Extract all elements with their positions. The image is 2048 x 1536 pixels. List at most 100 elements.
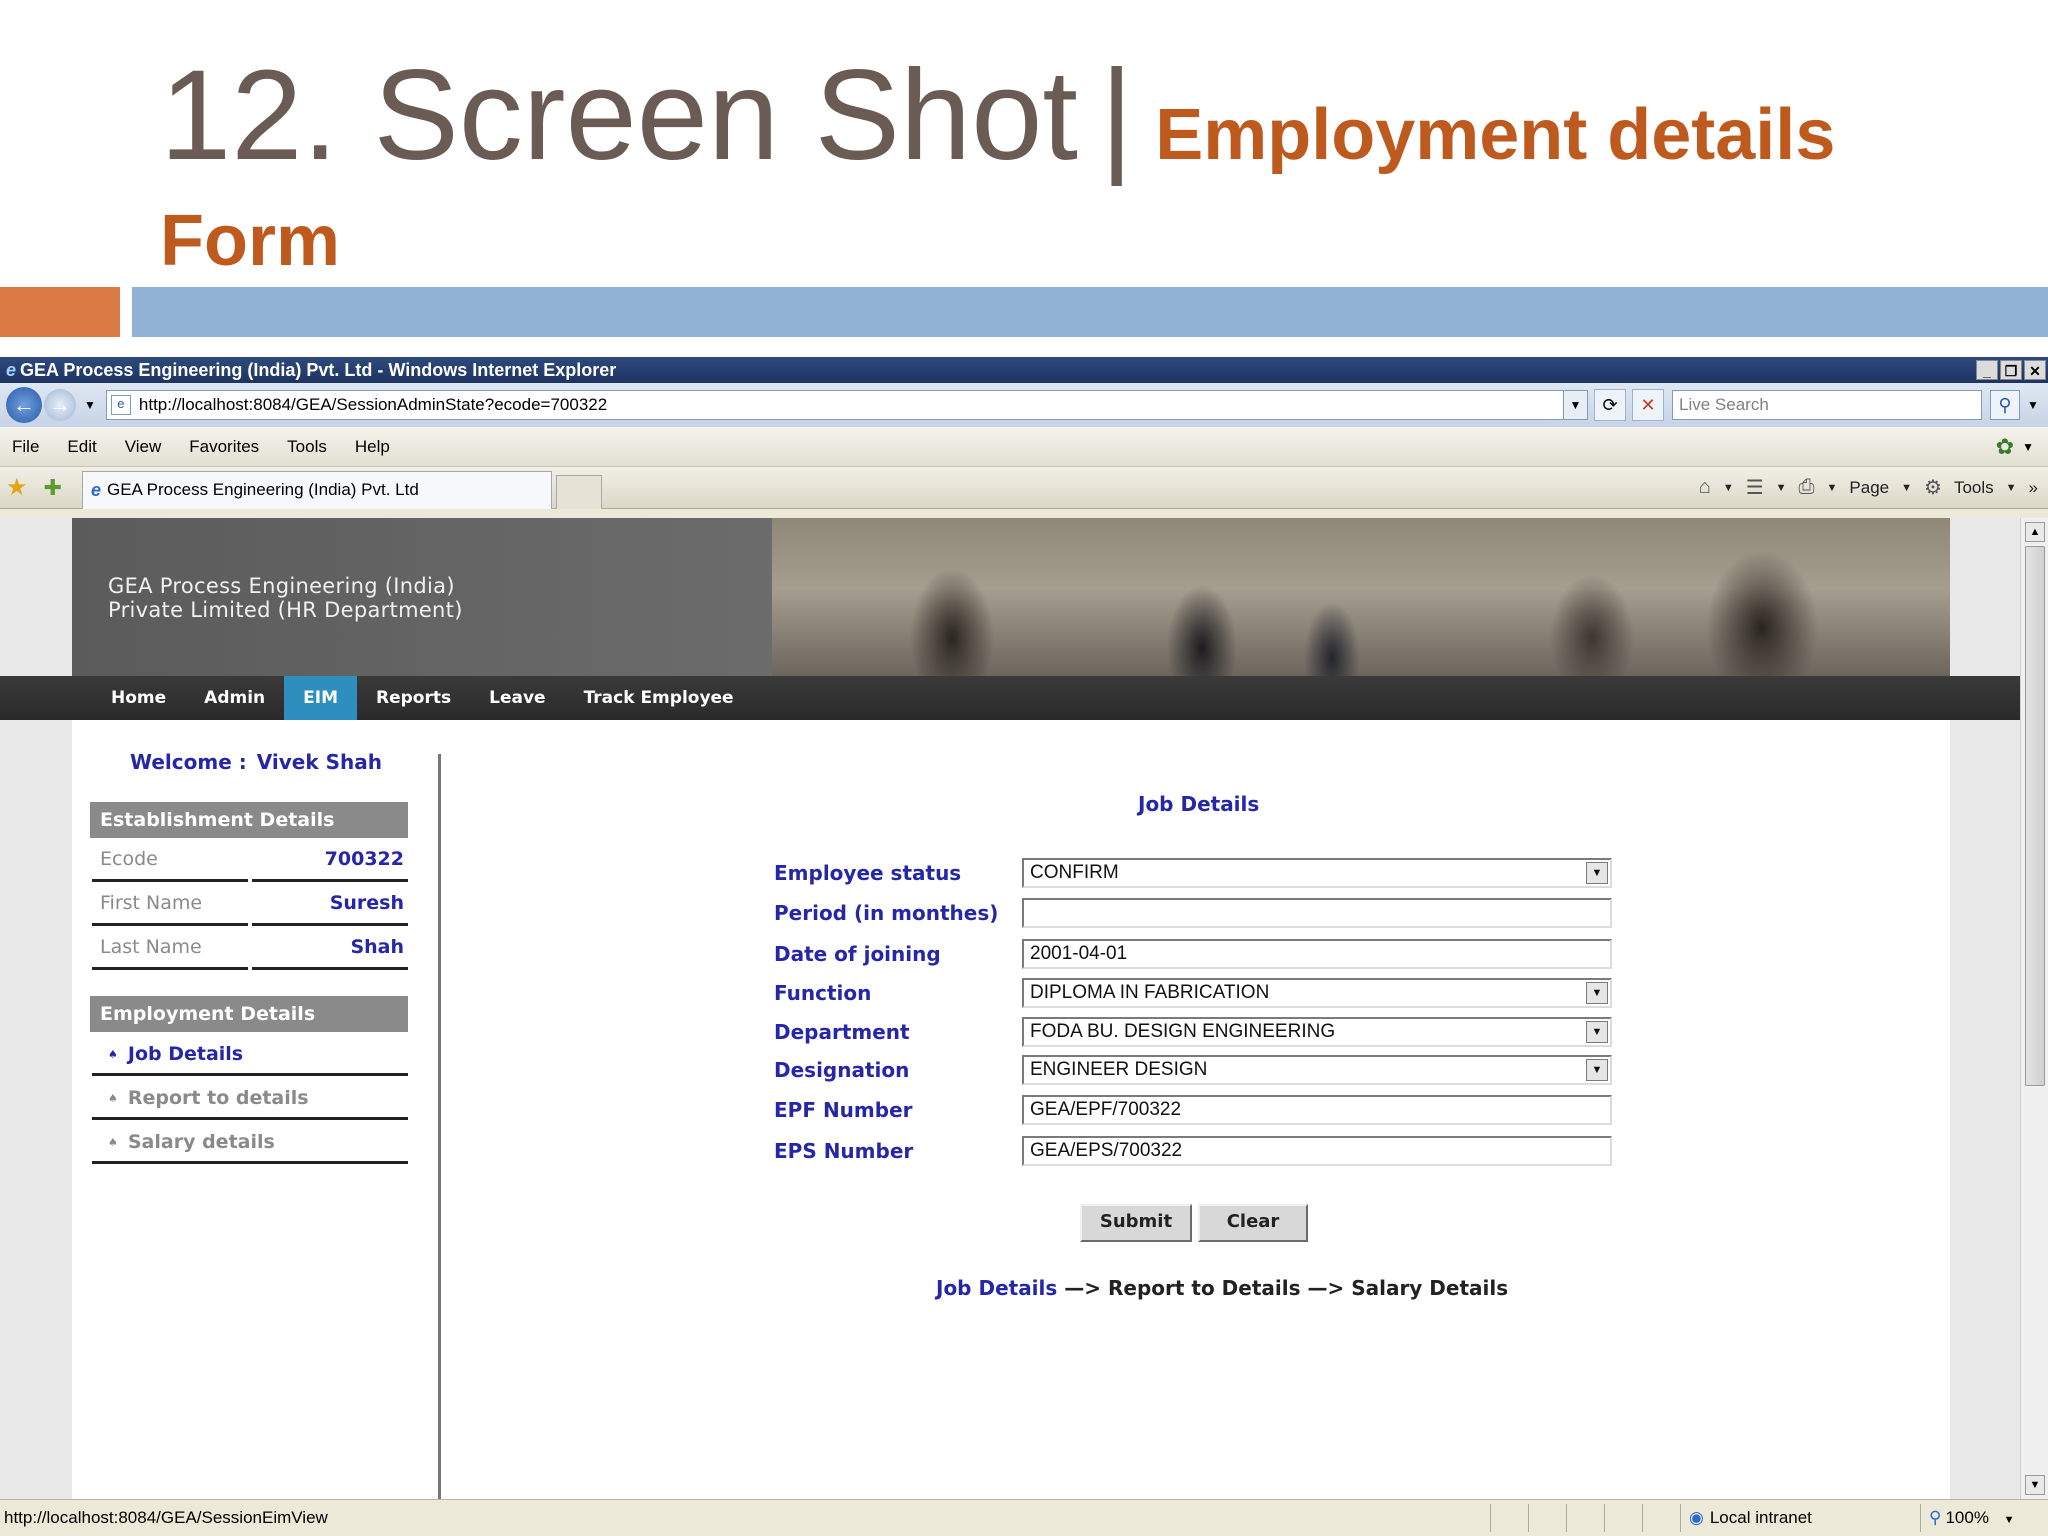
clear-button[interactable]: Clear: [1198, 1204, 1308, 1242]
epf-number-value: GEA/EPF/700322: [1030, 1099, 1182, 1120]
sidebar-link-job-details[interactable]: ♠ Job Details: [92, 1034, 408, 1076]
tab-active[interactable]: e GEA Process Engineering (India) Pvt. L…: [81, 470, 552, 509]
page-dropdown-icon[interactable]: ▼: [1901, 482, 1912, 494]
vertical-scrollbar[interactable]: ▲ ▼: [2020, 518, 2048, 1499]
nav-home[interactable]: Home: [92, 676, 185, 720]
zoom-level[interactable]: ⚲ 100% ▼: [1920, 1504, 2048, 1532]
search-input[interactable]: Live Search: [1672, 390, 1982, 420]
url-text[interactable]: http://localhost:8084/GEA/SessionAdminSt…: [139, 395, 1563, 415]
back-button[interactable]: ←: [6, 387, 42, 423]
employee-status-value: CONFIRM: [1030, 862, 1119, 883]
menu-favorites[interactable]: Favorites: [189, 437, 259, 457]
menu-help[interactable]: Help: [355, 437, 390, 457]
date-of-joining-input[interactable]: 2001-04-01: [1022, 939, 1612, 969]
sidebar-field-ecode: Ecode 700322: [92, 840, 408, 882]
nav-track-employee[interactable]: Track Employee: [565, 676, 753, 720]
tab-ie-icon: e: [90, 479, 101, 500]
close-window-button[interactable]: ✕: [2024, 360, 2046, 380]
welcome-user-name: Vivek Shah: [256, 750, 382, 774]
search-icon[interactable]: ⚲: [1990, 390, 2020, 420]
zoom-icon: ⚲: [1929, 1508, 1942, 1527]
zoom-dropdown-icon[interactable]: ▼: [2004, 1514, 2015, 1526]
add-favorites-icon[interactable]: ✚: [44, 475, 62, 501]
period-input[interactable]: [1022, 898, 1612, 928]
site-nav: Home Admin EIM Reports Leave Track Emplo…: [0, 676, 2020, 720]
search-options-dropdown-icon[interactable]: ▼: [2024, 398, 2042, 412]
flow-step-job-details[interactable]: Job Details: [936, 1276, 1057, 1300]
department-select[interactable]: FODA BU. DESIGN ENGINEERING ▼: [1022, 1017, 1612, 1047]
security-zone[interactable]: ◉ Local intranet: [1680, 1504, 1920, 1532]
url-dropdown-icon[interactable]: ▼: [1563, 391, 1587, 419]
stop-icon[interactable]: ✕: [1632, 389, 1664, 421]
window-title: GEA Process Engineering (India) Pvt. Ltd…: [20, 359, 617, 380]
command-bar: ⌂ ▼ ☰ ▼ ⎙ ▼ Page ▼ ⚙ Tools ▼ »: [1687, 475, 2048, 500]
chevron-down-icon[interactable]: ▼: [1586, 982, 1608, 1004]
welcome-message: Welcome : Vivek Shah: [130, 750, 382, 774]
toolbar-extension-icon[interactable]: ✿: [1996, 434, 2014, 460]
chevron-down-icon[interactable]: ▼: [1586, 862, 1608, 884]
employee-status-select[interactable]: CONFIRM ▼: [1022, 858, 1612, 888]
company-name-line2: Private Limited (HR Department): [108, 598, 463, 622]
date-of-joining-value: 2001-04-01: [1030, 943, 1128, 964]
tools-dropdown-icon[interactable]: ▼: [2006, 482, 2017, 494]
favorites-star-icon[interactable]: ★: [6, 473, 28, 502]
designation-select[interactable]: ENGINEER DESIGN ▼: [1022, 1055, 1612, 1085]
print-icon[interactable]: ⎙: [1799, 476, 1815, 499]
status-cell: [1642, 1504, 1680, 1532]
menu-file[interactable]: File: [12, 437, 39, 457]
window-titlebar: e GEA Process Engineering (India) Pvt. L…: [0, 357, 2048, 383]
nav-admin[interactable]: Admin: [185, 676, 284, 720]
epf-number-input[interactable]: GEA/EPF/700322: [1022, 1095, 1612, 1125]
recent-pages-dropdown-icon[interactable]: ▼: [84, 398, 96, 412]
restore-button[interactable]: ❐: [2000, 360, 2022, 380]
menu-view[interactable]: View: [125, 437, 162, 457]
banner-photo: [772, 518, 1950, 676]
nav-leave[interactable]: Leave: [470, 676, 564, 720]
bullet-icon: ♠: [108, 1047, 118, 1061]
forward-button[interactable]: →: [44, 389, 76, 421]
sidebar-link-report-to-details[interactable]: ♠ Report to details: [92, 1078, 408, 1120]
designation-value: ENGINEER DESIGN: [1030, 1059, 1208, 1080]
sidebar-link-label: Job Details: [127, 1043, 244, 1065]
url-field[interactable]: e http://localhost:8084/GEA/SessionAdmin…: [105, 390, 1588, 420]
new-tab-button[interactable]: [555, 474, 602, 509]
tab-title: GEA Process Engineering (India) Pvt. Ltd: [106, 480, 419, 499]
scroll-thumb[interactable]: [2025, 546, 2045, 1086]
sidebar-divider: [438, 754, 441, 1499]
home-icon[interactable]: ⌂: [1699, 476, 1711, 499]
chevron-more-icon[interactable]: »: [2029, 478, 2038, 498]
nav-reports[interactable]: Reports: [357, 676, 470, 720]
label-date-of-joining: Date of joining: [774, 942, 941, 966]
nav-eim[interactable]: EIM: [284, 676, 357, 720]
menu-edit[interactable]: Edit: [67, 437, 96, 457]
slide-title-separator: |: [1099, 44, 1134, 187]
minimize-button[interactable]: _: [1976, 360, 1998, 380]
page-menu[interactable]: Page: [1849, 478, 1889, 498]
chevron-down-icon[interactable]: ▼: [1586, 1021, 1608, 1043]
print-dropdown-icon[interactable]: ▼: [1827, 482, 1838, 494]
status-cell: [1490, 1504, 1528, 1532]
eps-number-input[interactable]: GEA/EPS/700322: [1022, 1136, 1612, 1166]
bullet-icon: ♠: [108, 1135, 118, 1149]
site-page: GEA Process Engineering (India) Private …: [0, 518, 2020, 1499]
feeds-dropdown-icon[interactable]: ▼: [1776, 482, 1787, 494]
home-dropdown-icon[interactable]: ▼: [1723, 482, 1734, 494]
tools-menu[interactable]: Tools: [1954, 478, 1994, 498]
refresh-icon[interactable]: ⟳: [1594, 389, 1626, 421]
page-icon: e: [110, 395, 131, 415]
menu-bar: File Edit View Favorites Tools Help ✿ ▼: [0, 427, 2048, 467]
tools-gear-icon[interactable]: ⚙: [1924, 475, 1942, 500]
label-designation: Designation: [774, 1058, 910, 1082]
feeds-icon[interactable]: ☰: [1746, 475, 1764, 500]
chevron-down-icon[interactable]: ▼: [1586, 1059, 1608, 1081]
sidebar-link-label: Report to details: [127, 1087, 309, 1109]
submit-button[interactable]: Submit: [1080, 1204, 1192, 1242]
sidebar-link-salary-details[interactable]: ♠ Salary details: [92, 1122, 408, 1164]
menu-tools[interactable]: Tools: [287, 437, 327, 457]
scroll-down-icon[interactable]: ▼: [2025, 1475, 2045, 1495]
sidebar-field-label: First Name: [92, 884, 248, 926]
function-select[interactable]: DIPLOMA IN FABRICATION ▼: [1022, 978, 1612, 1008]
extension-dropdown-icon[interactable]: ▼: [2022, 440, 2034, 454]
scroll-up-icon[interactable]: ▲: [2025, 522, 2045, 542]
slide-title: 12. Screen Shot | Employment details: [160, 52, 1835, 180]
